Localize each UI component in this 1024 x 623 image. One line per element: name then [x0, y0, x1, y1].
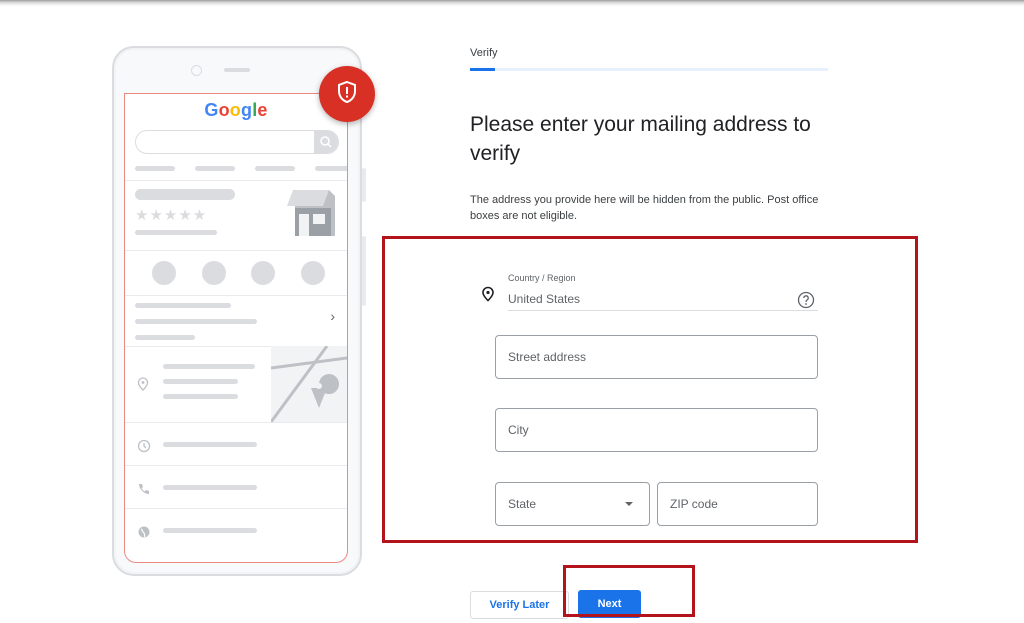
divider: [125, 180, 347, 181]
phone-side-button: [362, 236, 366, 306]
website-icon: [301, 261, 325, 285]
globe-icon: [137, 525, 151, 542]
progress-bar: [470, 68, 828, 71]
directions-icon: [202, 261, 226, 285]
verify-later-button[interactable]: Verify Later: [470, 591, 569, 619]
skeleton-line: [163, 379, 238, 384]
logo-letter: g: [240, 100, 253, 120]
step-label: Verify: [470, 47, 498, 59]
skeleton-line: [163, 442, 257, 447]
shield-alert-badge: [319, 66, 375, 122]
window-top-shadow: [0, 0, 1024, 6]
progress-fill: [470, 68, 496, 71]
shield-alert-icon: [336, 80, 358, 109]
skeleton-title: [135, 189, 235, 200]
divider: [125, 465, 347, 466]
help-icon[interactable]: [797, 291, 815, 314]
form-highlight-box: [382, 236, 918, 543]
country-underline: [508, 310, 818, 311]
phone-screen: Google ★★★★★ ›: [124, 93, 348, 563]
google-logo: Google: [125, 100, 347, 121]
state-select-label: State: [508, 497, 537, 511]
location-icon: [137, 377, 149, 394]
chevron-right-icon: ›: [330, 308, 335, 324]
country-region-label: Country / Region: [508, 273, 576, 283]
dropdown-caret-icon: [625, 502, 633, 506]
logo-letter: e: [257, 100, 268, 120]
divider: [125, 422, 347, 423]
page-title: Please enter your mailing address to ver…: [470, 113, 811, 165]
phone-icon: [152, 261, 176, 285]
logo-letter: G: [204, 100, 219, 120]
skeleton-line: [135, 166, 175, 171]
country-region-select[interactable]: United States: [508, 292, 580, 306]
bookmark-icon: [251, 261, 275, 285]
divider: [125, 295, 347, 296]
skeleton-line: [315, 166, 347, 171]
phone-camera: [191, 65, 202, 76]
clock-icon: [137, 439, 151, 456]
next-highlight-box: [563, 565, 695, 617]
illustration-search-bar: [135, 130, 339, 154]
skeleton-line: [255, 166, 295, 171]
skeleton-line: [163, 394, 238, 399]
logo-letter: o: [218, 100, 230, 120]
skeleton-line: [135, 303, 231, 308]
logo-letter: o: [229, 100, 241, 120]
phone-speaker: [224, 68, 250, 72]
skeleton-line: [163, 528, 257, 533]
storefront-icon: [285, 190, 337, 243]
location-pin-icon: [481, 286, 495, 307]
search-icon: [314, 131, 338, 153]
zip-code-input[interactable]: [657, 482, 818, 526]
skeleton-line: [135, 335, 195, 340]
map-thumbnail: [271, 346, 347, 422]
rating-stars: ★★★★★: [135, 207, 208, 224]
skeleton-line: [135, 319, 257, 324]
skeleton-line: [163, 364, 255, 369]
page-description: The address you provide here will be hid…: [470, 194, 819, 222]
phone-icon: [137, 482, 151, 499]
state-select[interactable]: State: [495, 482, 650, 526]
skeleton-line: [163, 485, 257, 490]
skeleton-line: [135, 230, 217, 235]
divider: [125, 508, 347, 509]
street-address-input[interactable]: [495, 335, 818, 379]
phone-side-button: [362, 168, 366, 202]
phone-illustration: Google ★★★★★ ›: [112, 46, 366, 576]
divider: [125, 250, 347, 251]
skeleton-line: [195, 166, 235, 171]
city-input[interactable]: [495, 408, 818, 452]
